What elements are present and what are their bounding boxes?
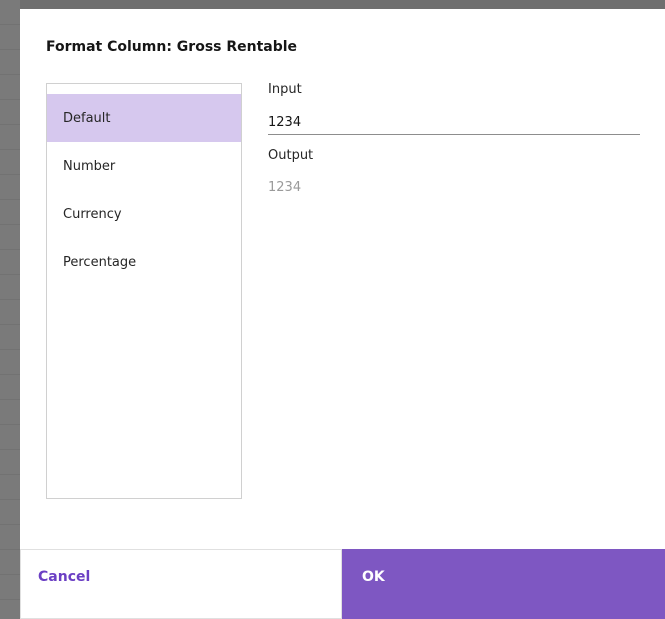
output-label: Output — [268, 148, 314, 163]
dialog-title: Format Column: Gross Rentable — [46, 39, 298, 55]
format-item-label: Currency — [63, 206, 122, 222]
format-type-list: Default Number Currency Percentage — [46, 83, 242, 499]
format-item-label: Default — [63, 110, 111, 126]
format-item-default[interactable]: Default — [47, 94, 241, 142]
format-item-number[interactable]: Number — [47, 142, 241, 190]
format-item-currency[interactable]: Currency — [47, 190, 241, 238]
output-value: 1234 — [268, 180, 302, 195]
input-field[interactable] — [268, 111, 640, 135]
dialog-footer: Cancel OK — [20, 549, 665, 619]
format-column-dialog: Format Column: Gross Rentable Default Nu… — [20, 9, 665, 619]
format-item-label: Number — [63, 158, 116, 174]
format-item-percentage[interactable]: Percentage — [47, 238, 241, 286]
input-label: Input — [268, 82, 302, 97]
format-item-label: Percentage — [63, 254, 137, 270]
cancel-button[interactable]: Cancel — [20, 549, 342, 619]
ok-button[interactable]: OK — [342, 549, 665, 619]
background-overlay — [0, 0, 20, 619]
